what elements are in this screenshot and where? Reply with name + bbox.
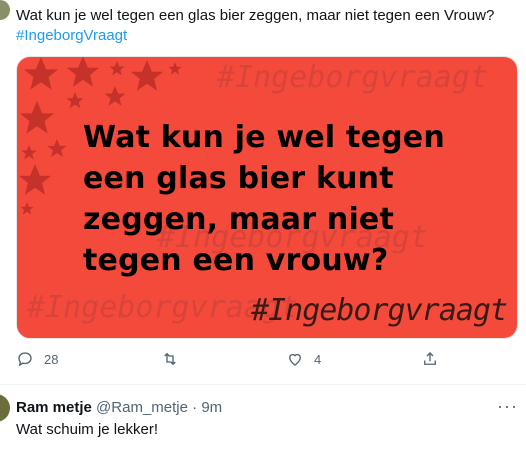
image-headline: Wat kun je wel tegen een glas bier kunt … [83,120,445,278]
reply-text: Wat schuim je lekker! [16,421,158,438]
image-hashtag: #Ingeborgvraagt [251,293,508,328]
like-button[interactable]: 4 [286,350,321,368]
share-icon [424,352,436,365]
like-icon [289,353,301,366]
reply-button[interactable]: 28 [16,350,58,368]
divider [0,384,526,385]
reply-icon [18,352,32,367]
tweet-body: Wat kun je wel tegen een glas bier zegge… [16,7,495,24]
reply-avatar[interactable] [0,394,10,422]
reply-count: 28 [44,351,59,367]
reply-separator: · [192,399,198,416]
reply-handle[interactable]: @Ram_metje [96,399,188,416]
more-options-icon[interactable]: ··· [497,396,518,417]
reply-time[interactable]: 9m [201,399,222,416]
avatar[interactable] [0,0,10,20]
hashtag-link[interactable]: #IngeborgVraagt [16,26,494,46]
retweet-icon [164,352,176,366]
reply-author-name[interactable]: Ram metje [16,399,92,416]
tweet-text: Wat kun je wel tegen een glas bier zegge… [16,6,494,46]
share-button[interactable] [421,350,439,368]
svg-text:#Ingeborgvraagt: #Ingeborgvraagt [216,60,488,95]
tweet-actions: 28 4 [16,350,516,374]
like-count: 4 [314,351,322,367]
tweet-image[interactable]: #Ingeborgvraagt #Ingeborgvraagt #Ingebor… [16,56,518,339]
retweet-button[interactable] [161,350,189,368]
reply-header: Ram metje @Ram_metje · 9m [16,398,222,418]
